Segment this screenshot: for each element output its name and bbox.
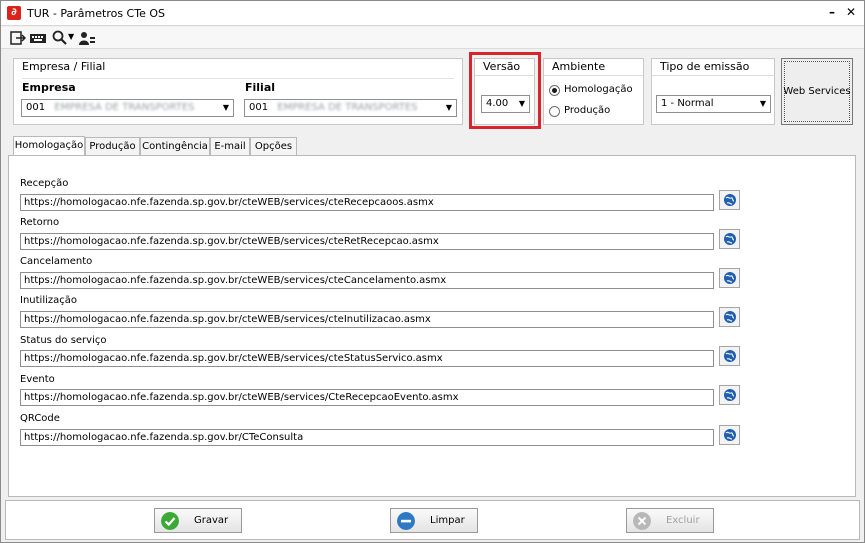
search-icon[interactable]: [52, 30, 68, 46]
filial-code: 001: [249, 102, 269, 113]
evento-label: Evento: [20, 374, 55, 385]
filial-select[interactable]: 001 EMPRESA DE TRANSPORTES ASSOC... ▼: [244, 99, 457, 117]
inutilizacao-test-button[interactable]: [719, 307, 740, 327]
status-servico-label: Status do serviço: [20, 335, 107, 346]
globe-icon: [724, 389, 736, 401]
web-services-button[interactable]: Web Services: [781, 58, 853, 125]
radio-homologacao-label[interactable]: Homologação: [564, 84, 633, 95]
globe-icon: [724, 272, 736, 284]
evento-test-button[interactable]: [719, 385, 740, 405]
globe-icon: [724, 311, 736, 323]
empresa-select[interactable]: 001 EMPRESA DE TRANSPORTES ASSOC... ▼: [21, 99, 234, 117]
retorno-url-input[interactable]: https://homologacao.nfe.fazenda.sp.gov.b…: [20, 233, 714, 250]
filial-label: Filial: [245, 81, 276, 94]
radio-producao-indicator[interactable]: [549, 106, 560, 117]
qrcode-label: QRCode: [20, 413, 60, 424]
tipo-emissao-title: Tipo de emissão: [652, 59, 774, 76]
minus-circle-icon: [397, 512, 415, 530]
cancelamento-test-button[interactable]: [719, 268, 740, 288]
empresa-label: Empresa: [22, 81, 76, 94]
filial-name: EMPRESA DE TRANSPORTES ASSOC...: [277, 102, 418, 113]
exit-icon[interactable]: [10, 30, 26, 46]
title-bar: ∂ TUR - Parâmetros CTe OS – ✕: [1, 1, 864, 26]
excluir-label: Excluir: [666, 515, 700, 526]
keyboard-icon[interactable]: [30, 30, 46, 46]
tipo-emissao-value: 1 - Normal: [661, 98, 714, 109]
tipo-emissao-group: Tipo de emissão 1 - Normal ▼: [651, 58, 775, 125]
empresa-name: EMPRESA DE TRANSPORTES ASSOC...: [54, 102, 195, 113]
recepcao-test-button[interactable]: [719, 190, 740, 210]
ambiente-group: Ambiente Homologação Produção: [543, 58, 644, 125]
tab-email[interactable]: E-mail: [210, 137, 250, 156]
gravar-label: Gravar: [194, 515, 229, 526]
qrcode-url-input[interactable]: https://homologacao.nfe.fazenda.sp.gov.b…: [20, 429, 714, 446]
close-button[interactable]: ✕: [844, 5, 858, 19]
user-icon[interactable]: [79, 30, 95, 46]
versao-highlight-box: [469, 52, 541, 129]
radio-homologacao-indicator[interactable]: [549, 85, 560, 96]
delete-icon: [633, 512, 651, 530]
web-services-label: Web Services: [783, 86, 851, 97]
main-window: ∂ TUR - Parâmetros CTe OS – ✕ ▼ Empresa …: [0, 0, 865, 543]
globe-icon: [724, 429, 736, 441]
inutilizacao-url-input[interactable]: https://homologacao.nfe.fazenda.sp.gov.b…: [20, 311, 714, 328]
inutilizacao-label: Inutilização: [20, 295, 78, 306]
recepcao-label: Recepção: [20, 178, 69, 189]
limpar-label: Limpar: [430, 515, 465, 526]
cancelamento-label: Cancelamento: [20, 256, 93, 267]
radio-producao-label[interactable]: Produção: [564, 105, 610, 116]
tipo-emissao-select[interactable]: 1 - Normal ▼: [656, 95, 771, 113]
limpar-button[interactable]: Limpar: [390, 508, 478, 533]
check-icon: [161, 512, 179, 530]
cancelamento-url-input[interactable]: https://homologacao.nfe.fazenda.sp.gov.b…: [20, 272, 714, 289]
gravar-button[interactable]: Gravar: [154, 508, 242, 533]
empresa-code: 001: [26, 102, 46, 113]
app-logo-icon: ∂: [7, 6, 21, 20]
status-servico-url-input[interactable]: https://homologacao.nfe.fazenda.sp.gov.b…: [20, 350, 714, 367]
ambiente-title: Ambiente: [544, 59, 643, 76]
tab-contingencia[interactable]: Contingência: [140, 137, 210, 156]
toolbar: ▼: [1, 27, 864, 49]
evento-url-input[interactable]: https://homologacao.nfe.fazenda.sp.gov.b…: [20, 389, 714, 406]
minimize-button[interactable]: –: [825, 5, 839, 19]
globe-icon: [724, 233, 736, 245]
tab-producao[interactable]: Produção: [85, 137, 140, 156]
empresa-filial-group: Empresa / Filial Empresa Filial 001 EMPR…: [13, 58, 463, 125]
recepcao-url-input[interactable]: https://homologacao.nfe.fazenda.sp.gov.b…: [20, 194, 714, 211]
tab-homologacao[interactable]: Homologação: [13, 136, 85, 156]
empresa-filial-title: Empresa / Filial: [14, 59, 462, 76]
chevron-down-icon: ▼: [222, 103, 229, 112]
qrcode-test-button[interactable]: [719, 425, 740, 445]
window-title: TUR - Parâmetros CTe OS: [27, 7, 165, 20]
tab-opcoes[interactable]: Opções: [250, 137, 297, 156]
retorno-label: Retorno: [20, 217, 60, 228]
globe-icon: [724, 194, 736, 206]
excluir-button[interactable]: Excluir: [626, 508, 714, 533]
search-dropdown-icon[interactable]: ▼: [68, 32, 74, 41]
globe-icon: [724, 350, 736, 362]
status-servico-test-button[interactable]: [719, 346, 740, 366]
chevron-down-icon: ▼: [759, 99, 766, 108]
retorno-test-button[interactable]: [719, 229, 740, 249]
chevron-down-icon: ▼: [445, 103, 452, 112]
